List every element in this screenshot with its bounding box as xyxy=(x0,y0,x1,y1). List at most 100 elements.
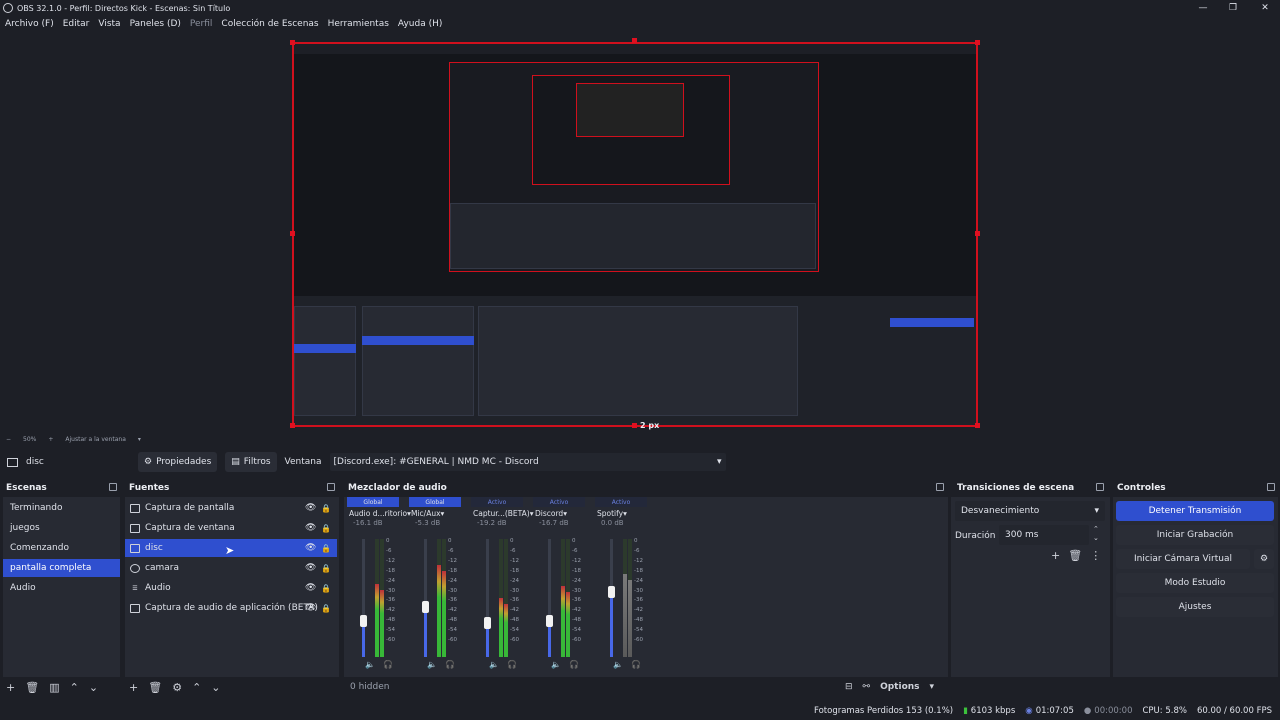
speaker-icon[interactable]: 🔈 xyxy=(551,660,569,669)
speaker-icon[interactable]: 🔈 xyxy=(489,660,507,669)
headphones-icon[interactable]: 🎧 xyxy=(631,660,649,669)
dock-float-icon[interactable] xyxy=(109,483,117,491)
filters-button[interactable]: ▤ Filtros xyxy=(225,452,277,472)
duration-stepper[interactable]: ⌃ ⌄ xyxy=(1093,525,1099,543)
volume-knob[interactable] xyxy=(608,586,615,598)
lock-icon[interactable]: 🔒 xyxy=(321,544,331,553)
channel-name[interactable]: Spotify ▾ xyxy=(593,507,653,519)
gear-icon[interactable]: ⚙ xyxy=(172,681,182,694)
trash-icon[interactable]: 🗑 xyxy=(1068,549,1090,562)
eye-icon[interactable]: 👁 xyxy=(305,523,316,533)
source-item[interactable]: camara 👁 🔒 xyxy=(125,559,337,577)
chevron-down-icon[interactable]: ▾ xyxy=(138,436,141,443)
speaker-icon[interactable]: 🔈 xyxy=(613,660,631,669)
source-item[interactable]: Captura de pantalla 👁 🔒 xyxy=(125,499,337,517)
lock-icon[interactable]: 🔒 xyxy=(321,564,331,573)
menu-perfil[interactable]: Perfil xyxy=(190,19,213,29)
chevron-down-icon[interactable]: ▾ xyxy=(623,509,627,518)
speaker-icon[interactable]: 🔈 xyxy=(427,660,445,669)
start-record-button[interactable]: Iniciar Grabación xyxy=(1116,525,1274,545)
resize-handle-t[interactable] xyxy=(632,38,637,43)
move-up-button[interactable]: ⌃ xyxy=(192,681,201,694)
add-transition-button[interactable]: + xyxy=(1051,549,1068,562)
lock-icon[interactable]: 🔒 xyxy=(321,504,331,513)
dock-float-icon[interactable] xyxy=(327,483,335,491)
duration-input[interactable]: 300 ms xyxy=(999,525,1089,545)
dock-float-icon[interactable] xyxy=(936,483,944,491)
resize-handle-tr[interactable] xyxy=(975,40,980,45)
eye-icon[interactable]: 👁 xyxy=(305,503,316,513)
resize-handle-r[interactable] xyxy=(975,231,980,236)
eye-icon[interactable]: 👁 xyxy=(305,543,316,553)
more-icon[interactable]: ⋮ xyxy=(1090,549,1109,562)
channel-name[interactable]: Audio d...ritorio ▾ xyxy=(345,507,411,519)
menu-herramientas[interactable]: Herramientas xyxy=(328,19,389,29)
volume-knob[interactable] xyxy=(422,601,429,613)
volume-knob[interactable] xyxy=(360,615,367,627)
speaker-icon[interactable]: 🔈 xyxy=(365,660,383,669)
studio-mode-button[interactable]: Modo Estudio xyxy=(1116,573,1274,593)
gear-icon[interactable]: ⚙ xyxy=(1254,549,1274,569)
scene-item[interactable]: juegos xyxy=(3,519,120,537)
link-icon[interactable]: ⚯ xyxy=(863,682,871,692)
menu-vista[interactable]: Vista xyxy=(98,19,120,29)
resize-handle-b[interactable] xyxy=(632,423,637,428)
menu-archivo[interactable]: Archivo (F) xyxy=(5,19,54,29)
zoom-mode[interactable]: Ajustar a la ventana xyxy=(65,436,126,443)
resize-handle-tl[interactable] xyxy=(290,40,295,45)
preview-canvas[interactable] xyxy=(292,42,978,427)
source-item[interactable]: ☰ Audio 👁 🔒 xyxy=(125,579,337,597)
lock-icon[interactable]: 🔒 xyxy=(321,524,331,533)
move-up-button[interactable]: ⌃ xyxy=(70,681,79,694)
lock-icon[interactable]: 🔒 xyxy=(321,604,331,613)
eye-icon[interactable]: 👁 xyxy=(305,563,316,573)
resize-handle-br[interactable] xyxy=(975,423,980,428)
chevron-down-icon[interactable]: ▾ xyxy=(930,682,935,692)
scene-item[interactable]: Audio xyxy=(3,579,120,597)
scene-item[interactable]: Terminando xyxy=(3,499,120,517)
add-scene-button[interactable]: + xyxy=(6,681,15,694)
volume-knob[interactable] xyxy=(484,617,491,629)
move-down-button[interactable]: ⌄ xyxy=(211,681,220,694)
virtual-camera-button[interactable]: Iniciar Cámara Virtual xyxy=(1116,549,1250,569)
options-button[interactable]: Options xyxy=(880,682,919,692)
stop-stream-button[interactable]: Detener Transmisión xyxy=(1116,501,1274,521)
scene-item-selected[interactable]: pantalla completa xyxy=(3,559,120,577)
filter-icon[interactable]: ▥ xyxy=(49,681,59,694)
layout-icon[interactable]: ⊟ xyxy=(845,682,853,692)
headphones-icon[interactable]: 🎧 xyxy=(507,660,525,669)
eye-icon[interactable]: 👁 xyxy=(305,603,316,613)
add-source-button[interactable]: + xyxy=(129,681,138,694)
resize-handle-l[interactable] xyxy=(290,231,295,236)
window-select[interactable]: [Discord.exe]: #GENERAL | NMD MC - Disco… xyxy=(329,453,726,471)
close-button[interactable]: ✕ xyxy=(1250,0,1280,16)
menu-editar[interactable]: Editar xyxy=(63,19,90,29)
headphones-icon[interactable]: 🎧 xyxy=(445,660,463,669)
trash-icon[interactable]: 🗑 xyxy=(25,681,39,694)
resize-handle-bl[interactable] xyxy=(290,423,295,428)
menu-coleccion-escenas[interactable]: Colección de Escenas xyxy=(221,19,318,29)
chevron-down-icon[interactable]: ▾ xyxy=(563,509,567,518)
channel-name[interactable]: Captur...(BETA) ▾ xyxy=(469,507,533,519)
settings-button[interactable]: Ajustes xyxy=(1116,597,1274,617)
transition-select[interactable]: Desvanecimiento ▾ xyxy=(955,501,1105,521)
maximize-button[interactable]: ❐ xyxy=(1218,0,1248,16)
trash-icon[interactable]: 🗑 xyxy=(148,681,162,694)
scene-item[interactable]: Comenzando xyxy=(3,539,120,557)
zoom-out-button[interactable]: − xyxy=(6,436,11,443)
eye-icon[interactable]: 👁 xyxy=(305,583,316,593)
minimize-button[interactable]: — xyxy=(1188,0,1218,16)
source-item[interactable]: Captura de audio de aplicación (BETA) 👁 🔒 xyxy=(125,599,337,617)
source-item[interactable]: Captura de ventana 👁 🔒 xyxy=(125,519,337,537)
headphones-icon[interactable]: 🎧 xyxy=(383,660,401,669)
dock-float-icon[interactable] xyxy=(1096,483,1104,491)
menu-ayuda[interactable]: Ayuda (H) xyxy=(398,19,442,29)
channel-name[interactable]: Mic/Aux ▾ xyxy=(407,507,467,519)
headphones-icon[interactable]: 🎧 xyxy=(569,660,587,669)
lock-icon[interactable]: 🔒 xyxy=(321,584,331,593)
chevron-down-icon[interactable]: ▾ xyxy=(441,509,445,518)
channel-name[interactable]: Discord ▾ xyxy=(531,507,591,519)
menu-paneles[interactable]: Paneles (D) xyxy=(130,19,181,29)
move-down-button[interactable]: ⌄ xyxy=(89,681,98,694)
properties-button[interactable]: ⚙ Propiedades xyxy=(138,452,218,472)
